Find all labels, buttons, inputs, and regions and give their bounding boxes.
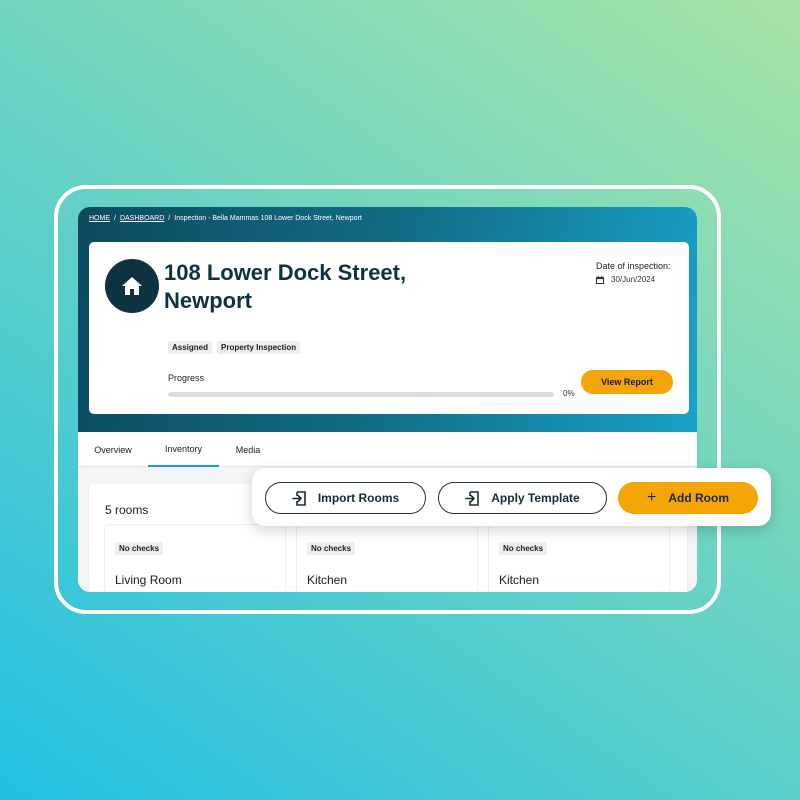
add-room-button[interactable]: + Add Room: [618, 482, 758, 514]
view-report-button[interactable]: View Report: [581, 370, 673, 394]
property-avatar: [105, 259, 159, 313]
progress-percent: 0%: [563, 389, 575, 398]
inspection-date-value: 30/Jun/2024: [611, 275, 656, 284]
status-tags: Assigned Property Inspection: [168, 341, 301, 354]
breadcrumb-separator: /: [168, 215, 171, 222]
room-status-badge: No checks: [307, 542, 356, 555]
tab-media[interactable]: Media: [223, 432, 273, 467]
tab-bar: Overview Inventory Media: [78, 432, 697, 467]
hero-header: HOME / DASHBOARD / Inspection - Bella Ma…: [78, 207, 697, 432]
room-card[interactable]: No checks Kitchen: [296, 524, 478, 592]
room-status-badge: No checks: [115, 542, 164, 555]
room-name: Living Room: [115, 573, 182, 587]
inspection-date-label: Date of inspection:: [596, 261, 671, 271]
apply-template-label: Apply Template: [491, 491, 580, 505]
import-rooms-label: Import Rooms: [317, 491, 400, 505]
room-actions-bar: Import Rooms Apply Template + Add Room: [252, 468, 771, 526]
import-rooms-button[interactable]: Import Rooms: [265, 482, 426, 514]
room-card[interactable]: No checks Living Room: [104, 524, 286, 592]
plus-icon: +: [647, 489, 657, 506]
room-name: Kitchen: [499, 573, 540, 587]
room-name: Kitchen: [307, 573, 348, 587]
add-room-label: Add Room: [668, 491, 729, 505]
breadcrumb-current: Inspection - Bella Mammas 108 Lower Dock…: [174, 215, 362, 222]
status-badge: Assigned: [168, 341, 213, 354]
calendar-icon: [596, 275, 604, 284]
page-title: 108 Lower Dock Street, Newport: [164, 259, 464, 315]
tab-overview[interactable]: Overview: [82, 432, 144, 467]
title-line-2: Newport: [164, 288, 252, 313]
import-icon: [292, 490, 306, 506]
progress-label: Progress: [168, 373, 205, 383]
breadcrumb-separator: /: [114, 215, 116, 222]
apply-template-button[interactable]: Apply Template: [438, 482, 607, 514]
home-icon: [121, 276, 143, 296]
type-badge: Property Inspection: [217, 341, 301, 354]
breadcrumb: HOME / DASHBOARD / Inspection - Bella Ma…: [89, 215, 362, 222]
breadcrumb-dashboard-link[interactable]: DASHBOARD: [120, 215, 164, 222]
apply-template-icon: [465, 490, 480, 506]
tab-inventory[interactable]: Inventory: [148, 432, 219, 467]
app-window: HOME / DASHBOARD / Inspection - Bella Ma…: [78, 207, 697, 592]
title-line-1: 108 Lower Dock Street,: [164, 260, 407, 285]
progress-bar: [168, 392, 554, 397]
room-status-badge: No checks: [499, 542, 548, 555]
inspection-date-row: 30/Jun/2024: [596, 275, 655, 284]
property-card: 108 Lower Dock Street, Newport Date of i…: [89, 242, 689, 414]
breadcrumb-home-link[interactable]: HOME: [89, 215, 110, 222]
room-card[interactable]: No checks Kitchen: [488, 524, 670, 592]
rooms-count: 5 rooms: [105, 503, 149, 517]
